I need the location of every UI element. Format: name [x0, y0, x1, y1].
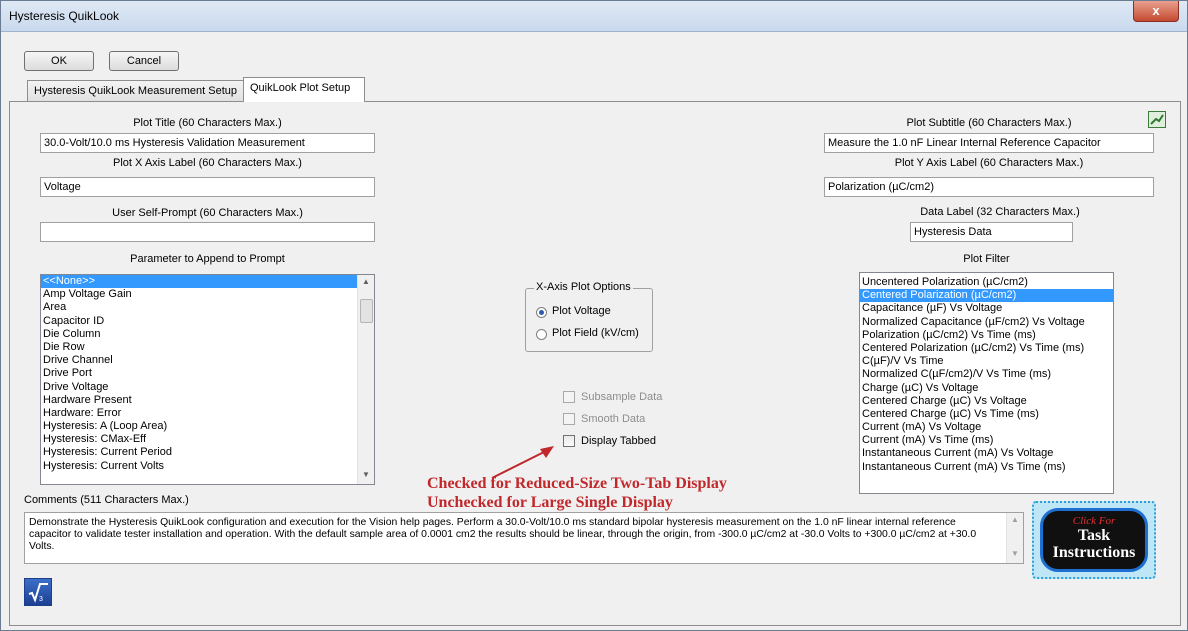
svg-text:3: 3 — [39, 596, 43, 603]
annotation-line-1: Checked for Reduced-Size Two-Tab Display — [427, 475, 727, 492]
x-axis-label-input[interactable]: Voltage — [40, 177, 375, 197]
plot-filter-listbox[interactable]: Uncentered Polarization (µC/cm2) Centered… — [859, 272, 1114, 494]
radio-plot-field[interactable] — [536, 329, 547, 340]
task-instructions-face: Click For Task Instructions — [1040, 508, 1148, 572]
plot-filter-item[interactable]: Current (mA) Vs Voltage — [860, 421, 1113, 434]
y-axis-label-label: Plot Y Axis Label (60 Characters Max.) — [894, 157, 1084, 169]
x-axis-label-label: Plot X Axis Label (60 Characters Max.) — [113, 157, 302, 169]
plot-filter-item[interactable]: Polarization (µC/cm2) Vs Time (ms) — [860, 329, 1113, 342]
close-button[interactable]: x — [1133, 1, 1179, 22]
subsample-data-label: Subsample Data — [581, 391, 663, 403]
radio-plot-field-label: Plot Field (kV/cm) — [552, 327, 639, 339]
plot-subtitle-input[interactable]: Measure the 1.0 nF Linear Internal Refer… — [824, 133, 1154, 153]
plot-filter-item[interactable]: Uncentered Polarization (µC/cm2) — [860, 276, 1113, 289]
plot-filter-item[interactable]: C(µF)/V Vs Time — [860, 355, 1113, 368]
plot-filter-item[interactable]: Centered Polarization (µC/cm2) — [860, 289, 1113, 303]
square-root-icon[interactable]: 3 — [24, 578, 52, 606]
self-prompt-label: User Self-Prompt (60 Characters Max.) — [112, 207, 303, 219]
param-list-item[interactable]: Hardware Present — [41, 394, 374, 407]
plot-filter-item[interactable]: Centered Polarization (µC/cm2) Vs Time (… — [860, 342, 1113, 355]
task-line-click: Click For — [1072, 515, 1116, 527]
scroll-thumb[interactable] — [360, 299, 373, 323]
dialog-window: Hysteresis QuikLook x OK Cancel Hysteres… — [0, 0, 1188, 631]
comments-label: Comments (511 Characters Max.) — [24, 494, 189, 506]
plot-filter-item[interactable]: Centered Charge (µC) Vs Voltage — [860, 395, 1113, 408]
x-axis-options-title: X-Axis Plot Options — [534, 281, 633, 293]
plot-filter-items: Uncentered Polarization (µC/cm2) Centered… — [860, 276, 1113, 474]
plot-subtitle-label: Plot Subtitle (60 Characters Max.) — [906, 117, 1072, 129]
plot-title-input[interactable]: 30.0-Volt/10.0 ms Hysteresis Validation … — [40, 133, 375, 153]
y-axis-label-input[interactable]: Polarization (µC/cm2) — [824, 177, 1154, 197]
param-list-item[interactable]: Die Row — [41, 341, 374, 354]
param-list-item[interactable]: Capacitor ID — [41, 315, 374, 328]
square-root-glyph-icon: 3 — [28, 583, 48, 603]
subsample-data-checkbox[interactable] — [563, 391, 575, 403]
param-list-items: <<None>> Amp Voltage Gain Area Capacitor ID… — [41, 275, 374, 473]
comments-text: Demonstrate the Hysteresis QuikLook conf… — [29, 517, 977, 552]
param-list-item[interactable]: Hysteresis: Current Volts — [41, 460, 374, 473]
param-list-item[interactable]: Drive Port — [41, 367, 374, 380]
comments-textarea[interactable]: Demonstrate the Hysteresis QuikLook conf… — [24, 512, 1024, 564]
param-list-item[interactable]: <<None>> — [41, 275, 374, 289]
data-label-input[interactable]: Hysteresis Data — [910, 222, 1073, 242]
ok-button[interactable]: OK — [24, 51, 94, 71]
display-tabbed-label: Display Tabbed — [581, 435, 657, 447]
plot-filter-item[interactable]: Capacitance (µF) Vs Voltage — [860, 302, 1113, 315]
plot-title-label: Plot Title (60 Characters Max.) — [133, 117, 282, 129]
param-list-item[interactable]: Drive Channel — [41, 354, 374, 367]
plot-filter-item[interactable]: Normalized C(µF/cm2)/V Vs Time (ms) — [860, 368, 1113, 381]
param-listbox[interactable]: <<None>> Amp Voltage Gain Area Capacitor ID… — [40, 274, 375, 485]
plot-filter-label: Plot Filter — [963, 253, 1010, 265]
comments-scrollbar[interactable]: ▲ ▼ — [1006, 513, 1023, 563]
plot-filter-item[interactable]: Charge (µC) Vs Voltage — [860, 382, 1113, 395]
x-axis-options-group: X-Axis Plot Options Plot Voltage Plot Fi… — [525, 281, 653, 352]
param-list-item[interactable]: Amp Voltage Gain — [41, 288, 374, 301]
scroll-up-icon[interactable]: ▲ — [360, 277, 372, 289]
plot-filter-item[interactable]: Instantaneous Current (mA) Vs Voltage — [860, 447, 1113, 460]
annotation-line-2: Unchecked for Large Single Display — [427, 494, 673, 511]
task-instructions-button[interactable]: Click For Task Instructions — [1032, 501, 1156, 579]
tab-plot-setup[interactable]: QuikLook Plot Setup — [243, 77, 365, 102]
radio-plot-voltage-label: Plot Voltage — [552, 305, 611, 317]
data-label-label: Data Label (32 Characters Max.) — [920, 206, 1080, 218]
task-line-task: Task — [1077, 527, 1111, 544]
smooth-data-checkbox[interactable] — [563, 413, 575, 425]
window-title: Hysteresis QuikLook — [9, 9, 120, 23]
param-list-label: Parameter to Append to Prompt — [130, 253, 285, 265]
tab-measurement-setup[interactable]: Hysteresis QuikLook Measurement Setup — [27, 80, 245, 102]
smooth-data-label: Smooth Data — [581, 413, 646, 425]
display-tabbed-checkbox[interactable] — [563, 435, 575, 447]
cancel-button[interactable]: Cancel — [109, 51, 179, 71]
tab-panel: Plot Title (60 Characters Max.) 30.0-Vol… — [9, 101, 1181, 626]
param-list-scrollbar[interactable]: ▲ ▼ — [357, 275, 374, 484]
excel-chart-icon[interactable] — [1148, 111, 1166, 128]
param-list-item[interactable]: Die Column — [41, 328, 374, 341]
param-list-item[interactable]: Hysteresis: Current Period — [41, 446, 374, 459]
self-prompt-input[interactable] — [40, 222, 375, 242]
plot-filter-item[interactable]: Current (mA) Vs Time (ms) — [860, 434, 1113, 447]
plot-filter-item[interactable]: Normalized Capacitance (µF/cm2) Vs Volta… — [860, 316, 1113, 329]
comments-scroll-down-icon[interactable]: ▼ — [1009, 549, 1021, 561]
comments-scroll-up-icon[interactable]: ▲ — [1009, 515, 1021, 527]
param-list-item[interactable]: Hardware: Error — [41, 407, 374, 420]
plot-filter-item[interactable]: Centered Charge (µC) Vs Time (ms) — [860, 408, 1113, 421]
param-list-item[interactable]: Area — [41, 301, 374, 314]
scroll-down-icon[interactable]: ▼ — [360, 470, 372, 482]
radio-plot-voltage[interactable] — [536, 307, 547, 318]
param-list-item[interactable]: Hysteresis: A (Loop Area) — [41, 420, 374, 433]
param-list-item[interactable]: Drive Voltage — [41, 381, 374, 394]
plot-filter-item[interactable]: Instantaneous Current (mA) Vs Time (ms) — [860, 461, 1113, 474]
title-bar: Hysteresis QuikLook x — [1, 1, 1187, 32]
task-line-instructions: Instructions — [1052, 544, 1136, 561]
param-list-item[interactable]: Hysteresis: CMax-Eff — [41, 433, 374, 446]
